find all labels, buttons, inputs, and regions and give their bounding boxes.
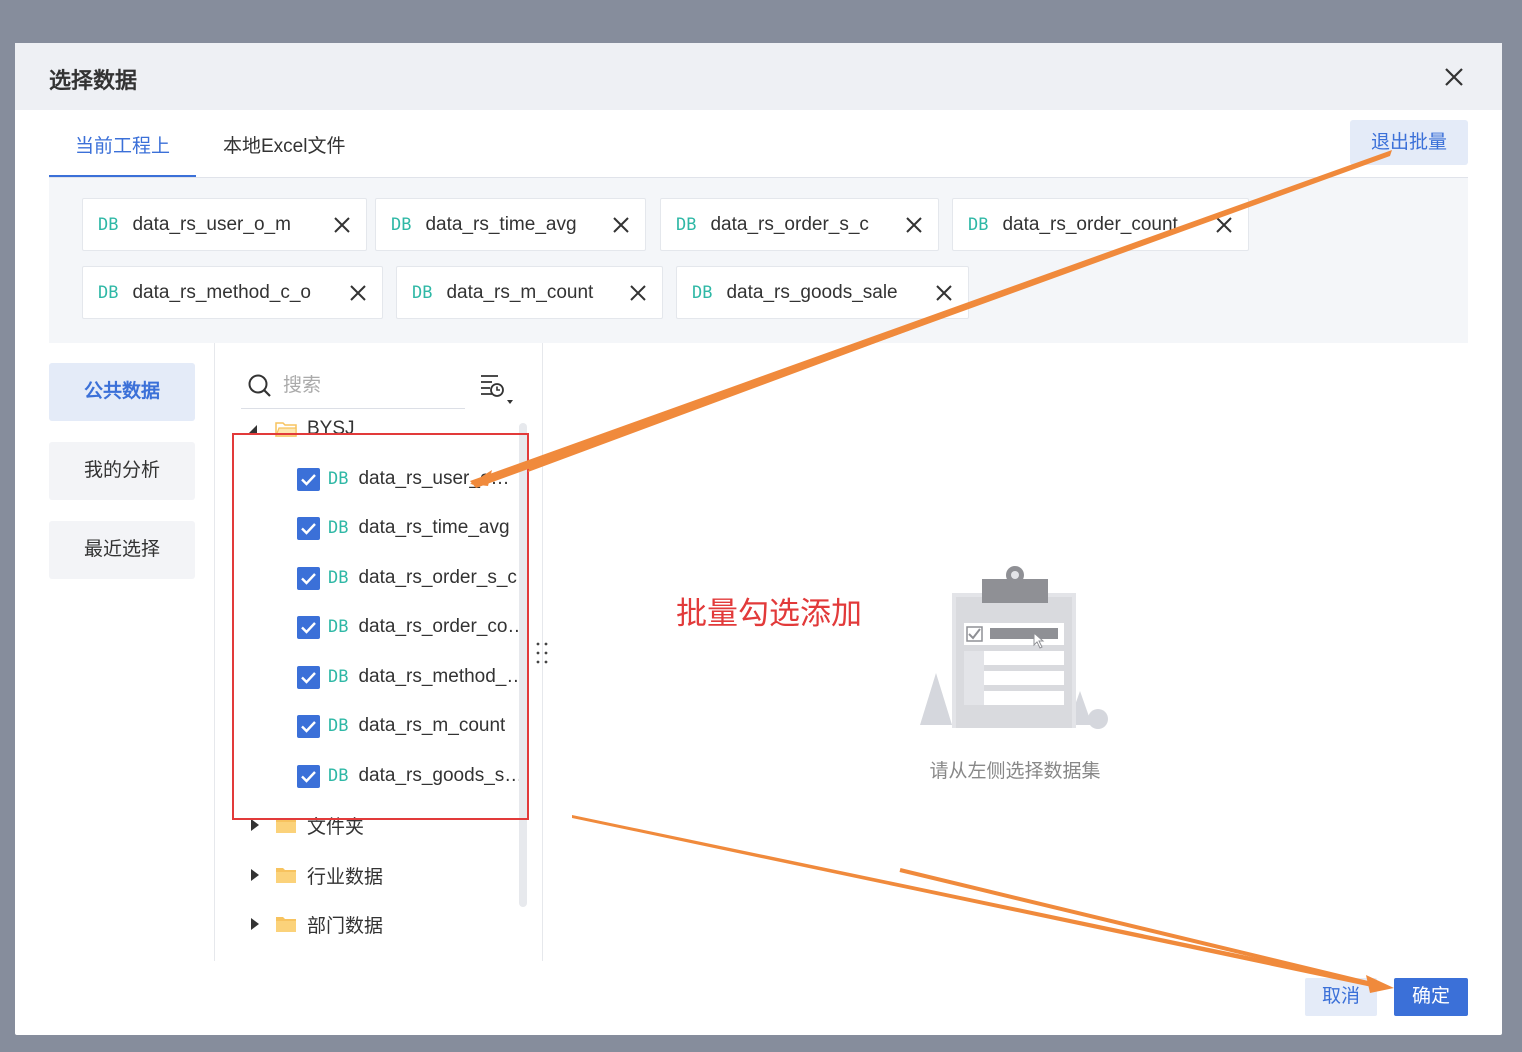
remove-icon[interactable] (904, 215, 924, 235)
db-icon: DB (391, 214, 412, 235)
caret-right-icon[interactable] (247, 867, 263, 883)
tree-label: 行业数据 (307, 866, 384, 888)
db-icon: DB (676, 214, 697, 235)
tree-scrollbar[interactable] (519, 423, 527, 907)
dialog-title: 选择数据 (49, 68, 138, 93)
chip-label: data_rs_method_c_o (132, 281, 311, 303)
checkbox-checked-icon[interactable] (297, 764, 320, 788)
clipboard-illustration-icon (920, 566, 1108, 729)
chip-label: data_rs_order_count (1002, 213, 1178, 235)
db-icon: DB (692, 282, 713, 303)
chip-label: data_rs_order_s_c (710, 213, 869, 235)
tab-local-excel[interactable]: 本地Excel文件 (223, 133, 345, 177)
tree-label: data_rs_time_avg (358, 517, 510, 538)
caret-right-icon[interactable] (247, 916, 263, 932)
nav-recent[interactable]: 最近选择 (49, 521, 195, 579)
selected-chip: DB data_rs_goods_sale (676, 266, 969, 319)
caret-right-icon[interactable] (247, 817, 263, 833)
tree-item-dataset[interactable]: DB data_rs_goods_sale (297, 756, 529, 796)
tree-folder[interactable]: 文件夹 (247, 805, 364, 845)
db-icon: DB (328, 568, 349, 588)
remove-icon[interactable] (934, 283, 954, 303)
selected-chip: DB data_rs_user_o_m (82, 198, 367, 251)
tree-item-dataset[interactable]: DB data_rs_user_o_m (297, 459, 515, 499)
search-box (241, 365, 465, 409)
db-icon: DB (328, 617, 349, 637)
tree-item-dataset[interactable]: DB data_rs_order_s_c (297, 558, 529, 598)
source-tabs: 当前工程上 本地Excel文件 (48, 133, 1468, 178)
folder-icon (276, 868, 296, 883)
select-data-dialog: 选择数据 当前工程上 本地Excel文件 退出批量 DB data_rs_use… (15, 43, 1502, 1035)
tree-label: BYSJ (307, 418, 355, 439)
db-icon: DB (328, 766, 349, 786)
dialog-header: 选择数据 (15, 43, 1502, 110)
tree-folder-bysj[interactable]: BYSJ (247, 409, 355, 449)
tree-label: data_rs_m_count (358, 715, 506, 736)
nav-my-analysis[interactable]: 我的分析 (49, 442, 195, 500)
tree-item-dataset[interactable]: DB data_rs_m_count (297, 706, 529, 746)
tree-folder[interactable]: 行业数据 (247, 855, 383, 895)
chip-label: data_rs_time_avg (425, 213, 577, 235)
remove-icon[interactable] (628, 283, 648, 303)
tab-current-project[interactable]: 当前工程上 (48, 133, 197, 178)
selected-chip: DB data_rs_order_s_c (660, 198, 939, 251)
exit-batch-button[interactable]: 退出批量 (1350, 120, 1468, 165)
tree-label: data_rs_method_c_o (358, 666, 529, 687)
tree-label: data_rs_order_s_c (358, 567, 517, 588)
selected-chip: DB data_rs_order_count (952, 198, 1249, 251)
remove-icon[interactable] (332, 215, 352, 235)
tree-label: data_rs_goods_sale (358, 765, 529, 786)
db-icon: DB (328, 716, 349, 736)
folder-open-icon (275, 422, 297, 437)
checkbox-checked-icon[interactable] (297, 467, 320, 491)
chip-label: data_rs_m_count (446, 281, 594, 303)
db-icon: DB (412, 282, 433, 303)
annotation-text: 批量勾选添加 (676, 596, 862, 631)
chip-label: data_rs_user_o_m (132, 213, 291, 235)
chip-label: data_rs_goods_sale (726, 281, 898, 303)
selected-chip: DB data_rs_method_c_o (82, 266, 383, 319)
db-icon: DB (98, 282, 119, 303)
selected-chip: DB data_rs_time_avg (375, 198, 646, 251)
selected-chip: DB data_rs_m_count (396, 266, 663, 319)
divider (214, 343, 215, 961)
tree-item-dataset[interactable]: DB data_rs_time_avg (297, 508, 515, 548)
sort-filter-icon[interactable] (478, 371, 518, 407)
db-icon: DB (328, 667, 349, 687)
tree-label: data_rs_user_o_m (358, 468, 515, 489)
caret-down-icon[interactable] (247, 421, 263, 437)
tree-label: 部门数据 (307, 915, 384, 937)
empty-state-text: 请从左侧选择数据集 (929, 761, 1101, 782)
checkbox-checked-icon[interactable] (297, 566, 320, 590)
tree-label: 文件夹 (307, 816, 365, 838)
checkbox-checked-icon[interactable] (297, 665, 320, 689)
close-icon[interactable] (1442, 65, 1466, 89)
tree-item-dataset[interactable]: DB data_rs_method_c_o (297, 657, 529, 697)
tree-item-dataset[interactable]: DB data_rs_order_count (297, 607, 529, 647)
remove-icon[interactable] (611, 215, 631, 235)
db-icon: DB (968, 214, 989, 235)
db-icon: DB (98, 214, 119, 235)
drag-handle-icon[interactable] (535, 641, 549, 665)
checkbox-checked-icon[interactable] (297, 714, 320, 738)
search-input[interactable] (283, 371, 459, 401)
remove-icon[interactable] (1214, 215, 1234, 235)
cancel-button[interactable]: 取消 (1305, 978, 1377, 1016)
db-icon: DB (328, 518, 349, 538)
search-icon (248, 374, 271, 397)
folder-icon (276, 917, 296, 932)
confirm-button[interactable]: 确定 (1394, 978, 1468, 1016)
nav-public-data[interactable]: 公共数据 (49, 363, 195, 421)
selected-chips-area: DB data_rs_user_o_m DB data_rs_time_avg … (49, 177, 1468, 343)
folder-icon (276, 818, 296, 833)
remove-icon[interactable] (348, 283, 368, 303)
checkbox-checked-icon[interactable] (297, 516, 320, 540)
db-icon: DB (328, 469, 349, 489)
tree-label: data_rs_order_count (358, 616, 529, 637)
tree-folder[interactable]: 部门数据 (247, 904, 383, 944)
checkbox-checked-icon[interactable] (297, 615, 320, 639)
